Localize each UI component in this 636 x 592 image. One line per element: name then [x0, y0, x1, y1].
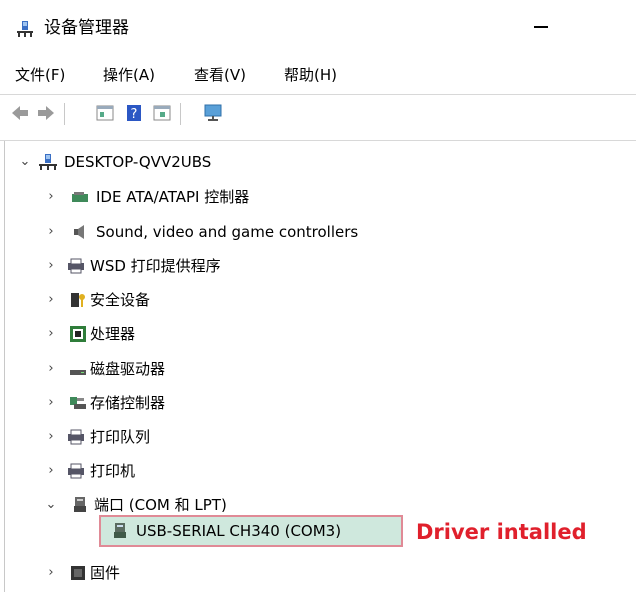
chevron-right-icon[interactable]: › [44, 319, 58, 349]
tree-node-label: 打印队列 [90, 428, 151, 446]
printer-icon [68, 463, 84, 479]
speaker-icon [74, 225, 84, 239]
annotation-text: Driver intalled [416, 520, 587, 544]
menu-view[interactable]: 查看(V) [194, 64, 246, 85]
disk-drive-icon [70, 370, 86, 375]
tree-node-wsd[interactable]: › WSD 打印提供程序 [0, 251, 400, 281]
tree-node-label: WSD 打印提供程序 [90, 257, 221, 275]
tree-node-label: IDE ATA/ATAPI 控制器 [96, 188, 250, 206]
menu-bar: 文件(F) 操作(A) 查看(V) 帮助(H) [0, 62, 636, 88]
title-bar: 设备管理器 [0, 0, 636, 50]
printer-icon [68, 258, 84, 274]
tree-node-security[interactable]: › 安全设备 [0, 285, 400, 315]
port-icon [114, 523, 126, 538]
chevron-right-icon[interactable]: › [44, 388, 58, 418]
menu-action[interactable]: 操作(A) [103, 64, 155, 85]
chevron-right-icon[interactable]: › [44, 285, 58, 315]
tree-root-label: DESKTOP-QVV2UBS [64, 153, 212, 171]
toolbar-separator [180, 103, 181, 125]
toolbar-separator [64, 103, 65, 125]
chevron-down-icon[interactable]: ⌄ [44, 490, 58, 520]
svg-text:?: ? [131, 107, 138, 122]
tree-node-label: USB-SERIAL CH340 (COM3) [136, 522, 342, 540]
processor-icon [70, 326, 86, 342]
device-manager-icon [17, 21, 33, 37]
window-title: 设备管理器 [44, 18, 129, 38]
printer-icon [68, 429, 84, 445]
chevron-right-icon[interactable]: › [44, 354, 58, 384]
monitor-icon[interactable] [203, 103, 223, 123]
menu-help[interactable]: 帮助(H) [284, 64, 337, 85]
chevron-right-icon[interactable]: › [44, 251, 58, 281]
back-icon[interactable] [10, 103, 30, 123]
tree-node-usb-serial[interactable]: USB-SERIAL CH340 (COM3) [102, 516, 402, 546]
tree-node-label: Sound, video and game controllers [96, 223, 359, 241]
tree-node-label: 固件 [90, 564, 121, 582]
storage-controller-icon [70, 397, 86, 409]
chevron-right-icon[interactable]: › [44, 558, 58, 588]
firmware-icon [71, 566, 85, 580]
tree-node-ide[interactable]: › IDE ATA/ATAPI 控制器 [0, 182, 400, 212]
tree-node-printers[interactable]: › 打印机 [0, 456, 400, 486]
tree-node-label: 存储控制器 [90, 394, 166, 412]
tree-node-print-queue[interactable]: › 打印队列 [0, 422, 400, 452]
menu-file[interactable]: 文件(F) [15, 64, 65, 85]
tree-node-label: 安全设备 [90, 291, 151, 309]
chevron-right-icon[interactable]: › [44, 217, 58, 247]
security-device-icon [71, 293, 85, 307]
help-icon[interactable]: ? [124, 103, 144, 123]
tree-node-firmware[interactable]: › 固件 [0, 558, 400, 588]
ide-controller-icon [72, 192, 88, 202]
tree-node-disk[interactable]: › 磁盘驱动器 [0, 354, 400, 384]
tree-node-sound[interactable]: › Sound, video and game controllers [0, 217, 460, 247]
tree-node-storage[interactable]: › 存储控制器 [0, 388, 400, 418]
tree-node-label: 磁盘驱动器 [90, 360, 166, 378]
tree-root[interactable]: ⌄ DESKTOP-QVV2UBS [0, 147, 300, 177]
toolbar: ? [0, 94, 636, 131]
tree-node-label: 打印机 [90, 462, 136, 480]
tree-node-processor[interactable]: › 处理器 [0, 319, 400, 349]
minimize-button[interactable] [534, 26, 548, 28]
properties-icon[interactable] [95, 103, 115, 123]
forward-icon[interactable] [36, 103, 56, 123]
computer-icon [39, 154, 57, 170]
update-icon[interactable] [152, 103, 172, 123]
chevron-down-icon[interactable]: ⌄ [18, 147, 32, 177]
port-icon [74, 497, 86, 512]
tree-node-label: 处理器 [90, 325, 136, 343]
chevron-right-icon[interactable]: › [44, 182, 58, 212]
chevron-right-icon[interactable]: › [44, 456, 58, 486]
chevron-right-icon[interactable]: › [44, 422, 58, 452]
